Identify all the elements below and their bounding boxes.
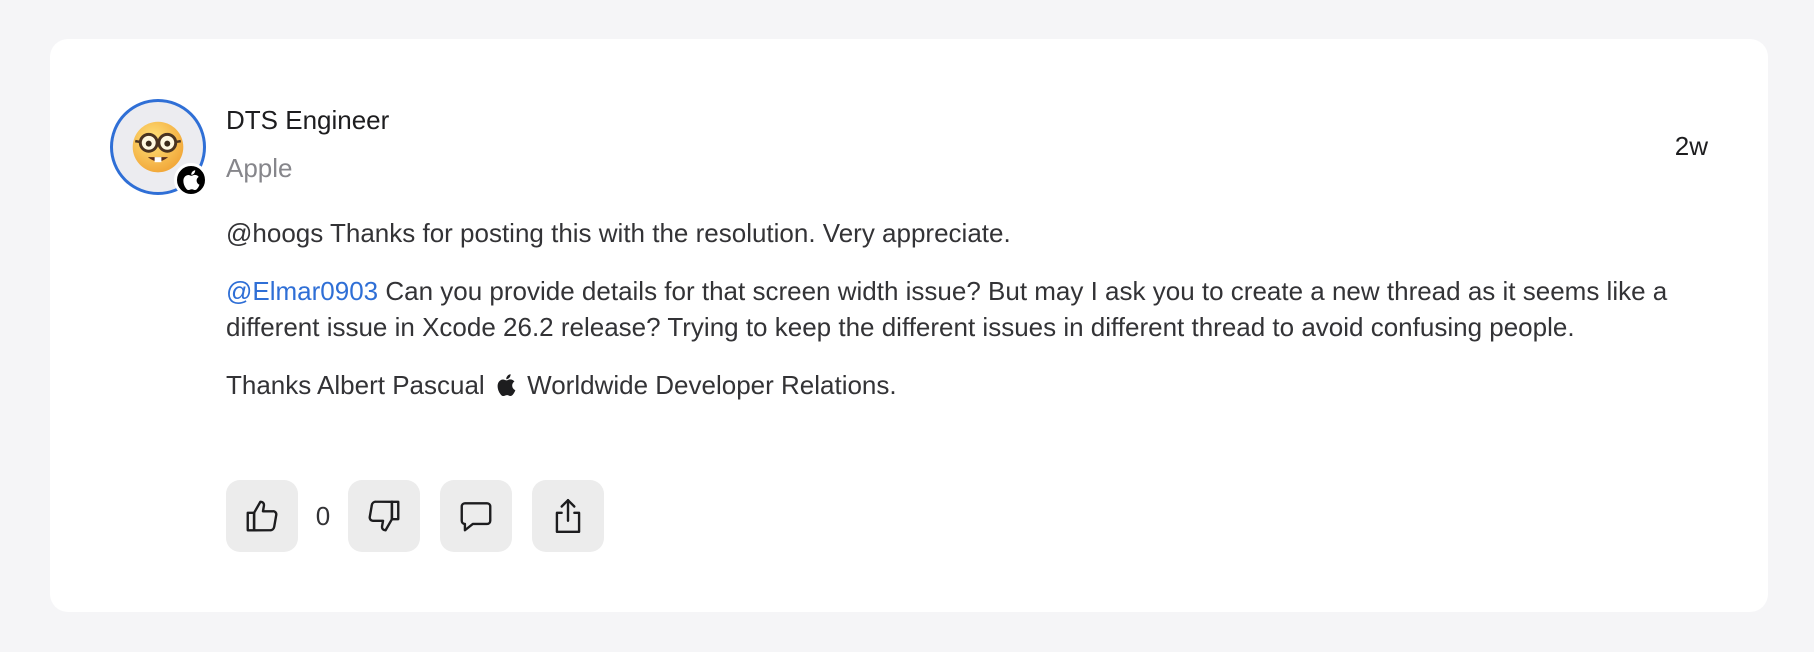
thumbs-down-icon: [368, 500, 400, 532]
vote-count: 0: [315, 500, 331, 531]
thumbs-up-icon: [246, 500, 278, 532]
author-organization: Apple: [226, 153, 293, 183]
nerd-face-icon: [132, 121, 184, 173]
paragraph-2-text: Can you provide details for that screen …: [226, 276, 1668, 342]
reply-button[interactable]: [440, 480, 512, 552]
signature: Thanks Albert Pascual Worldwide Develope…: [226, 367, 1676, 403]
apple-logo-icon: [183, 170, 200, 190]
author-name[interactable]: DTS Engineer: [226, 105, 389, 136]
post-body: @hoogs Thanks for posting this with the …: [226, 215, 1676, 425]
downvote-button[interactable]: [348, 480, 420, 552]
comment-icon: [460, 502, 492, 532]
share-button[interactable]: [532, 480, 604, 552]
upvote-button[interactable]: [226, 480, 298, 552]
apple-badge: [174, 163, 208, 197]
signature-name: Thanks Albert Pascual: [226, 370, 492, 400]
post-card: DTS Engineer Apple 2w @hoogs Thanks for …: [50, 39, 1768, 612]
user-mention-link[interactable]: @Elmar0903: [226, 276, 378, 306]
paragraph-2: @Elmar0903 Can you provide details for t…: [226, 273, 1676, 345]
post-timestamp: 2w: [1674, 131, 1708, 161]
author-avatar[interactable]: [110, 99, 208, 197]
signature-title: Worldwide Developer Relations.: [519, 370, 897, 400]
paragraph-1: @hoogs Thanks for posting this with the …: [226, 218, 1011, 248]
apple-logo-icon: [497, 374, 516, 396]
share-icon: [555, 498, 581, 534]
post-actions: 0: [226, 480, 604, 552]
